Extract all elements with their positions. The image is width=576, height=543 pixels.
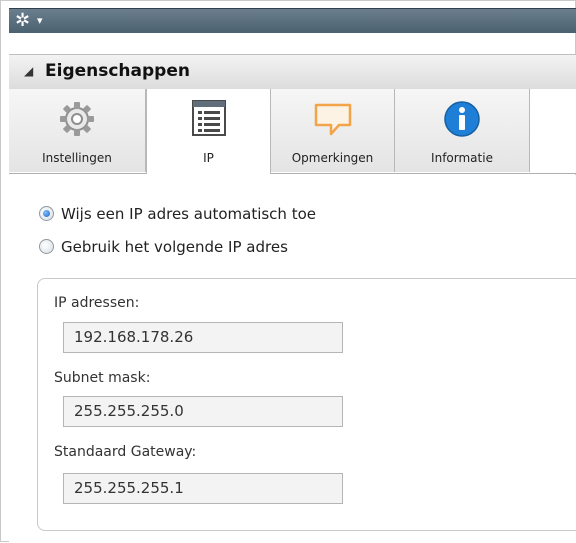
radio-label: Wijs een IP adres automatisch toe — [61, 205, 316, 223]
ip-list-icon — [191, 99, 227, 141]
comment-icon — [313, 99, 353, 143]
tab-ip[interactable]: IP — [146, 89, 271, 174]
tab-label: IP — [203, 151, 214, 165]
info-icon — [442, 99, 482, 143]
subnet-mask-label: Subnet mask: — [54, 370, 151, 386]
window-frame: ✲ ▾ ◢ Eigenschappen Instellingen IP Opme… — [0, 0, 576, 543]
settings-menu-button[interactable]: ✲ ▾ — [15, 10, 65, 32]
subnet-mask-field[interactable]: 255.255.255.0 — [63, 396, 343, 427]
tab-opmerkingen[interactable]: Opmerkingen — [271, 89, 395, 172]
panel-title: Eigenschappen — [45, 61, 190, 81]
ip-address-field[interactable]: 192.168.178.26 — [63, 322, 343, 353]
chevron-down-icon: ▾ — [37, 14, 43, 27]
radio-button[interactable] — [39, 239, 54, 254]
tab-label: Instellingen — [42, 151, 112, 165]
tab-strip: Instellingen IP Opmerkingen Informatie — [9, 89, 576, 174]
gear-icon: ✲ — [15, 10, 31, 31]
collapse-icon[interactable]: ◢ — [24, 64, 33, 78]
ip-address-label: IP adressen: — [54, 295, 140, 311]
properties-header[interactable]: ◢ Eigenschappen — [9, 54, 576, 90]
title-bar: ✲ ▾ — [9, 8, 576, 33]
radio-label: Gebruik het volgende IP adres — [61, 238, 288, 256]
tab-informatie[interactable]: Informatie — [395, 89, 530, 172]
gateway-label: Standaard Gateway: — [54, 444, 197, 460]
gateway-field[interactable]: 255.255.255.1 — [63, 473, 343, 504]
radio-button-selected[interactable] — [39, 206, 54, 221]
settings-gear-icon — [57, 99, 97, 143]
tab-instellingen[interactable]: Instellingen — [9, 89, 146, 172]
tab-label: Informatie — [431, 151, 493, 165]
tab-label: Opmerkingen — [291, 151, 374, 165]
